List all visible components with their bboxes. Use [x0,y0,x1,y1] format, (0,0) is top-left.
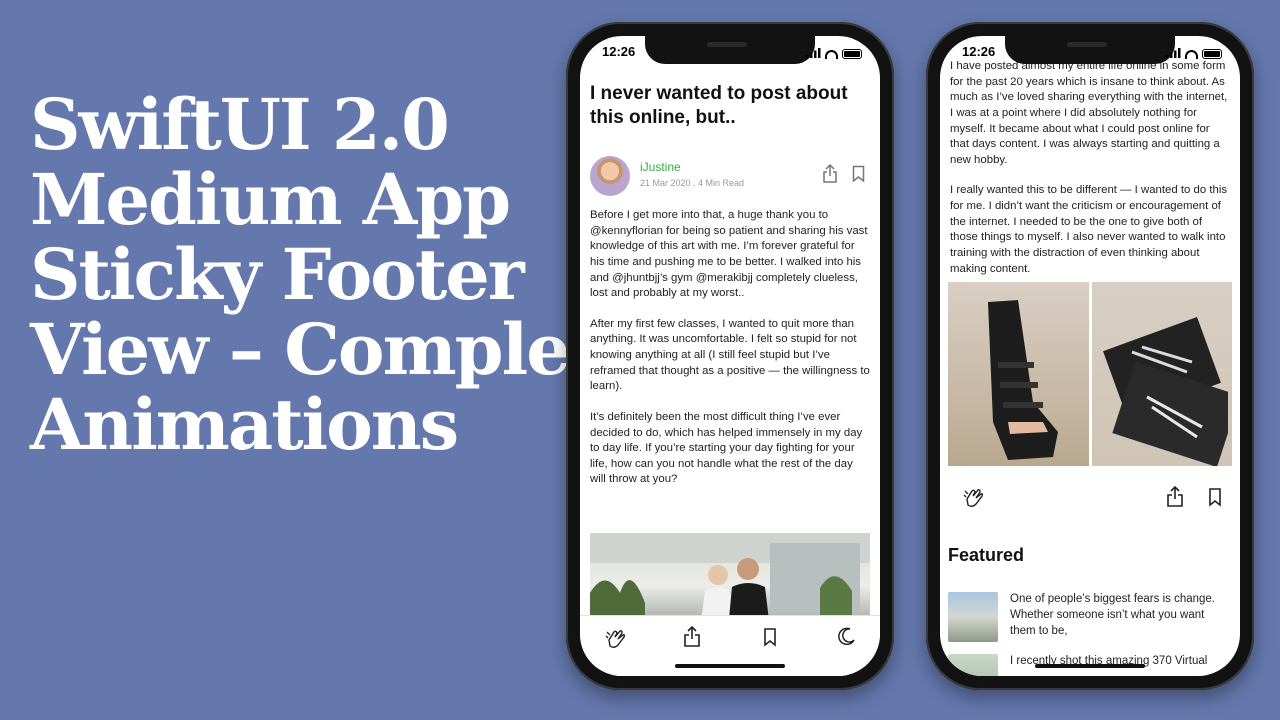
headline-line-3: Sticky Footer [30,232,525,316]
xray-photo [1091,282,1232,466]
phone-right: 12:26 I have posted almost my entire lif… [926,22,1254,690]
featured-item[interactable]: One of people’s biggest fears is change.… [948,592,1230,646]
headline-line-2: Medium App [30,157,511,241]
wifi-icon [825,49,838,59]
avatar[interactable] [590,156,630,196]
bookmark-icon[interactable] [1208,487,1222,512]
status-time: 12:26 [602,44,636,59]
author-row: iJustine 21 Mar 2020 . 4 Min Read [590,156,870,200]
battery-icon [842,49,862,59]
headline-line-5: Animations [30,382,459,466]
clap-icon[interactable] [962,487,986,514]
notch [1005,36,1175,64]
moon-icon[interactable] [836,627,856,652]
share-icon[interactable] [822,163,838,189]
boot-photo [948,282,1089,466]
bookmark-icon[interactable] [763,627,777,652]
paragraph: It’s definitely been the most difficult … [590,410,863,486]
phone-right-screen: 12:26 I have posted almost my entire lif… [940,36,1240,676]
featured-item-text: One of people’s biggest fears is change.… [1010,593,1216,637]
status-icons [806,45,862,63]
paragraph: Before I get more into that, a huge than… [590,209,868,300]
home-indicator [1035,664,1145,668]
headline-line-4: View – Complex [30,307,610,391]
article-body: Before I get more into that, a huge than… [590,208,870,503]
article-body: I have posted almost my entire life onli… [950,59,1230,292]
signal-icon [806,45,821,63]
author-name[interactable]: iJustine [640,160,681,174]
article-title: I never wanted to post about this online… [590,83,848,129]
share-icon[interactable] [683,625,701,653]
featured-heading: Featured [948,545,1025,565]
paragraph: I really wanted this to be different — I… [950,184,1228,275]
article-photo-row [948,282,1232,466]
headline: SwiftUI 2.0 Medium App Sticky Footer Vie… [30,83,610,466]
share-icon[interactable] [1166,485,1184,513]
featured-thumbnail [948,592,998,642]
author-meta: 21 Mar 2020 . 4 Min Read [640,178,745,188]
status-time: 12:26 [962,44,996,59]
wifi-icon [1185,49,1198,59]
featured-thumbnail [948,654,998,676]
status-icons [1166,45,1222,63]
headline-line-1: SwiftUI 2.0 [30,83,450,166]
signal-icon [1166,45,1181,63]
paragraph: After my first few classes, I wanted to … [590,317,870,393]
paragraph: I have posted almost my entire life onli… [950,60,1228,166]
home-indicator [675,664,785,668]
battery-icon [1202,49,1222,59]
phone-left-screen: 12:26 I never wanted to post about this … [580,36,880,676]
clap-icon[interactable] [604,628,628,655]
bookmark-icon[interactable] [852,165,865,188]
phone-left: 12:26 I never wanted to post about this … [566,22,894,690]
notch [645,36,815,64]
